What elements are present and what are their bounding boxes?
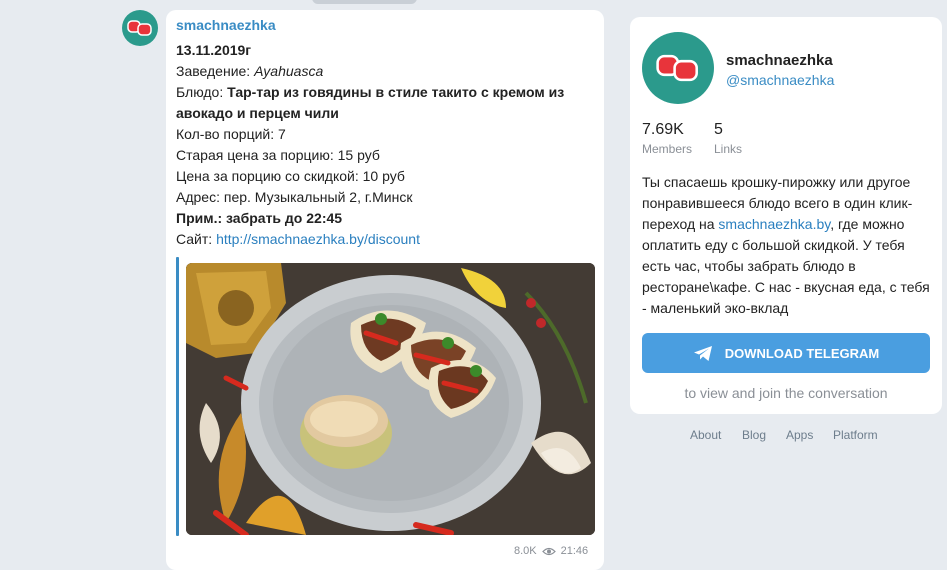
site-link[interactable]: http://smachnaezhka.by/discount	[216, 231, 420, 247]
dish-label: Блюдо:	[176, 84, 228, 100]
telegram-plane-icon	[693, 345, 712, 361]
post-date: 13.11.2019г	[176, 42, 252, 58]
view-join-note: to view and join the conversation	[684, 385, 888, 401]
channel-card: smachnaezhka @smachnaezhka 7.69K Members…	[630, 17, 942, 414]
channel-post: smachnaezhka 13.11.2019г Заведение: Ayah…	[166, 10, 604, 570]
post-author-name[interactable]: smachnaezhka	[176, 17, 276, 33]
top-tab-indicator	[312, 0, 417, 4]
links-label[interactable]: Links	[714, 142, 742, 156]
dish-value-1: Тар-тар из говядины в стиле такито с кре…	[227, 84, 565, 100]
site-label: Сайт:	[176, 231, 217, 247]
post-meta: 8.0K 21:46	[514, 545, 588, 557]
post-time: 21:46	[560, 545, 589, 557]
food-photo-image	[186, 263, 595, 535]
links-count[interactable]: 5	[714, 121, 723, 139]
download-telegram-label: DOWNLOAD TELEGRAM	[724, 345, 880, 361]
post-text: 13.11.2019г Заведение: Ayahuasca Блюдо: …	[176, 40, 596, 250]
footer-about-link[interactable]: About	[690, 428, 721, 442]
views-count: 8.0K	[514, 545, 537, 557]
footer-blog-link[interactable]: Blog	[742, 428, 766, 442]
post-photo[interactable]	[186, 263, 595, 535]
pickup-note: Прим.: забрать до 22:45	[176, 210, 343, 226]
download-telegram-button[interactable]: DOWNLOAD TELEGRAM	[642, 333, 930, 373]
venue-value: Ayahuasca	[254, 63, 324, 79]
channel-description: Ты спасаешь крошку-пирожку или другое по…	[642, 172, 934, 319]
channel-handle[interactable]: @smachnaezhka	[726, 72, 834, 88]
address: Адрес: пер. Музыкальный 2, г.Минск	[176, 189, 413, 205]
new-price: Цена за порцию со скидкой: 10 руб	[176, 168, 405, 184]
smachnaezhka-logo-icon	[127, 20, 152, 36]
post-author-avatar[interactable]	[122, 10, 158, 46]
smachnaezhka-logo-icon	[656, 54, 698, 82]
channel-avatar	[642, 32, 714, 104]
footer-platform-link[interactable]: Platform	[833, 428, 878, 442]
venue-label: Заведение:	[176, 63, 255, 79]
footer-apps-link[interactable]: Apps	[786, 428, 813, 442]
desc-link[interactable]: smachnaezhka.by	[718, 216, 830, 232]
portions: Кол-во порций: 7	[176, 126, 286, 142]
dish-value-2: авокадо и перцем чили	[176, 105, 339, 121]
members-count: 7.69K	[642, 121, 684, 138]
eye-icon	[541, 547, 556, 555]
media-quote-bar	[176, 257, 179, 536]
members-label: Members	[642, 142, 693, 156]
channel-name: smachnaezhka	[726, 52, 833, 69]
old-price: Старая цена за порцию: 15 руб	[176, 147, 380, 163]
